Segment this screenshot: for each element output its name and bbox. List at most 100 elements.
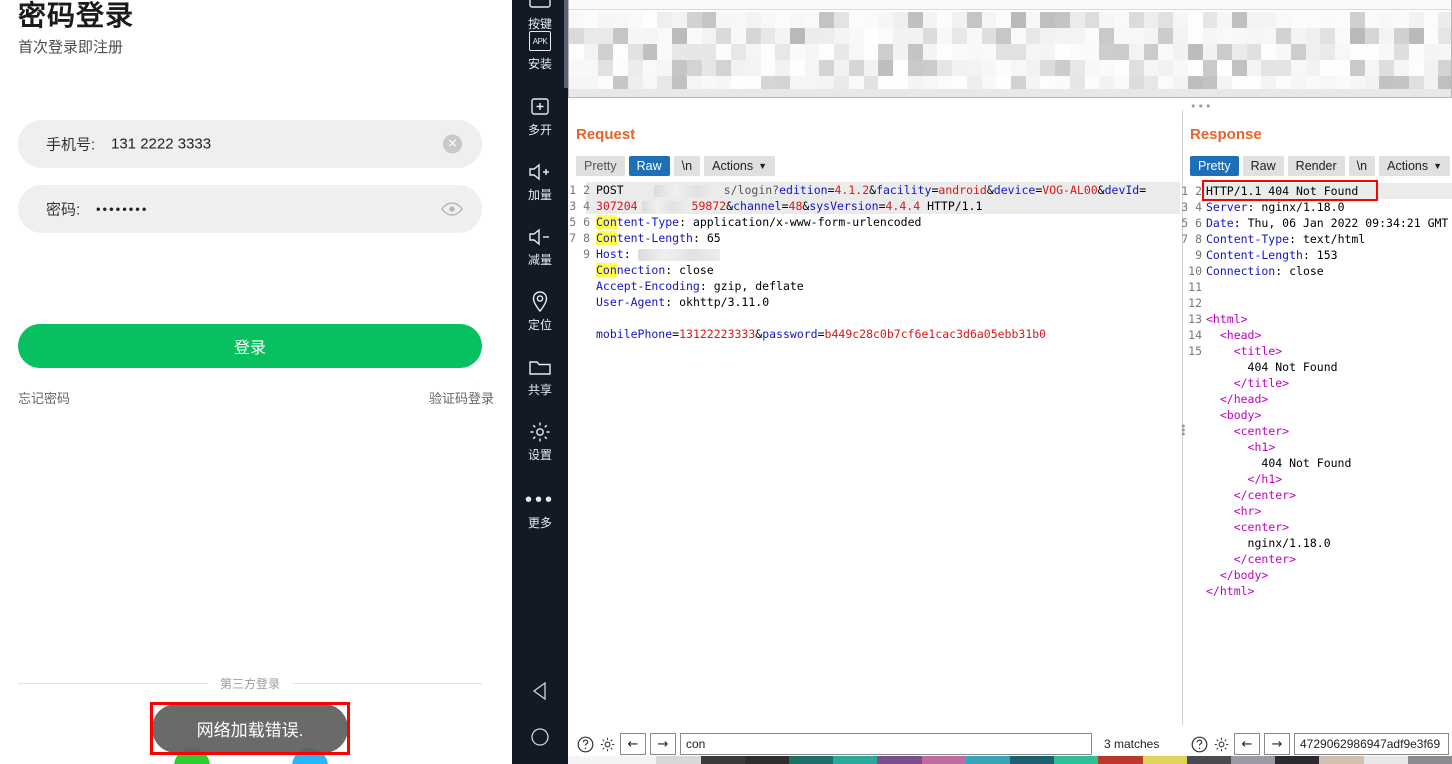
- taskbar-thumbnail-strip: [568, 756, 1452, 764]
- sidebar-item-multi-open[interactable]: 多开: [512, 94, 568, 138]
- tab-request-raw[interactable]: Raw: [628, 156, 670, 176]
- gear-icon[interactable]: [598, 735, 616, 753]
- tab-response-raw[interactable]: Raw: [1242, 156, 1284, 176]
- req-h-accept-encoding-key: Accept-Encoding: [596, 279, 700, 293]
- req-body-mobile-key: mobilePhone: [596, 327, 673, 341]
- request-actions-button[interactable]: Actions ▼: [704, 156, 776, 176]
- response-body-code[interactable]: <html> <head> <title> 404 Not Found </ti…: [1206, 295, 1351, 599]
- sidebar-item-label: 多开: [527, 123, 552, 137]
- response-actions-button[interactable]: Actions ▼: [1379, 156, 1451, 176]
- response-body-line: <center>: [1206, 520, 1289, 534]
- search-next-button[interactable]: →: [650, 733, 676, 755]
- sms-login-link[interactable]: 验证码登录: [429, 388, 494, 407]
- help-icon[interactable]: [1190, 735, 1208, 753]
- vertical-splitter-handle[interactable]: • • •: [1180, 421, 1187, 440]
- response-headers-code: Server: nginx/1.18.0 Date: Thu, 06 Jan 2…: [1206, 200, 1449, 278]
- tab-response-render[interactable]: Render: [1287, 156, 1345, 176]
- request-tabbar: Pretty Raw \n Actions ▼: [576, 156, 776, 176]
- req-path: s/login?: [723, 183, 780, 197]
- req-q-sysversion-key: sysVersion: [809, 199, 879, 213]
- emulator-sidebar: 按键 APK 安装 多开 加量 减量 定位 共享 设置 ••• 更多: [512, 0, 568, 764]
- html-tag: </h1>: [1247, 472, 1283, 486]
- password-field[interactable]: 密码: ••••••••: [18, 185, 482, 233]
- sidebar-item-settings[interactable]: 设置: [512, 419, 568, 463]
- html-tag: </body>: [1219, 568, 1269, 582]
- sidebar-item-label: 更多: [527, 516, 552, 530]
- search-next-button[interactable]: →: [1264, 733, 1290, 755]
- search-previous-button[interactable]: ←: [620, 733, 646, 755]
- request-body-code[interactable]: POST s/login?edition=4.1.2&facility=andro…: [596, 182, 1146, 342]
- req-q-devid-val-post: 59872: [691, 199, 727, 213]
- req-q-devid-val-pre: 307204: [596, 199, 638, 213]
- response-body-line: </center>: [1206, 488, 1296, 502]
- sidebar-item-volume-down[interactable]: 减量: [512, 224, 568, 268]
- proxy-tool-panel: ••• • • • Request Pretty Raw \n Actions ▼ …: [568, 0, 1452, 764]
- chevron-down-icon: ▼: [1433, 161, 1443, 171]
- home-button[interactable]: [512, 720, 568, 754]
- request-actions-label: Actions: [712, 159, 754, 173]
- phone-field-label: 手机号:: [46, 136, 96, 154]
- html-tag: <h1>: [1247, 440, 1276, 454]
- ellipsis-icon: •••: [524, 489, 555, 511]
- req-h-content-length-key-hl: Con: [596, 231, 617, 245]
- sidebar-item-volume-up[interactable]: 加量: [512, 159, 568, 203]
- html-text: nginx/1.18.0: [1247, 536, 1331, 550]
- page-subtitle: 首次登录即注册: [18, 39, 124, 56]
- eye-icon[interactable]: [440, 197, 464, 221]
- tab-response-newline[interactable]: \n: [1348, 156, 1376, 176]
- volume-down-icon: [527, 224, 553, 250]
- search-previous-button[interactable]: ←: [1234, 733, 1260, 755]
- response-search-input[interactable]: [1294, 733, 1449, 755]
- sidebar-item-more[interactable]: ••• 更多: [512, 487, 568, 531]
- phone-number-field[interactable]: 手机号: 131 2222 3333 ✕: [18, 120, 482, 168]
- response-body-line: </center>: [1206, 552, 1296, 566]
- req-h-accept-encoding-val: gzip, deflate: [713, 279, 804, 293]
- sidebar-item-label: 加量: [527, 188, 552, 202]
- response-body-line: </head>: [1206, 392, 1268, 406]
- response-tabbar: Pretty Raw Render \n Actions ▼: [1190, 156, 1451, 176]
- req-h-user-agent-key: User-Agent: [596, 295, 666, 309]
- password-field-value: ••••••••: [96, 201, 149, 217]
- login-button[interactable]: 登录: [18, 324, 482, 368]
- html-tag: </center>: [1233, 552, 1297, 566]
- sidebar-item-share[interactable]: 共享: [512, 354, 568, 398]
- req-h-connection-key-hl: Con: [596, 263, 617, 277]
- tab-request-newline[interactable]: \n: [673, 156, 701, 176]
- req-h-connection-key: nection: [616, 263, 666, 277]
- req-h-host-key: Host: [596, 247, 624, 261]
- gear-icon[interactable]: [1212, 735, 1230, 753]
- response-body-line: <hr>: [1206, 504, 1262, 518]
- close-circle-icon[interactable]: ✕: [443, 134, 462, 154]
- multi-instance-icon: [528, 94, 552, 120]
- back-button[interactable]: [512, 674, 568, 708]
- sidebar-item-location[interactable]: 定位: [512, 289, 568, 333]
- req-q-channel-key: channel: [733, 199, 782, 213]
- html-tag: </title>: [1233, 376, 1290, 390]
- req-h-connection-val: close: [679, 263, 714, 277]
- html-text: 404 Not Found: [1261, 456, 1352, 470]
- sidebar-item-install[interactable]: APK 安装: [512, 28, 568, 72]
- request-pane-title: Request: [576, 126, 636, 143]
- proxy-history-table[interactable]: [568, 0, 1452, 98]
- req-q-facility-key: facility: [876, 183, 932, 197]
- help-icon[interactable]: [576, 735, 594, 753]
- tab-request-pretty[interactable]: Pretty: [576, 156, 625, 176]
- response-line-numbers: 1 2 3 4 5 6 7 8 9 10 11 12 13 14 15: [1181, 184, 1202, 358]
- response-search-toolbar: ← →: [1190, 733, 1449, 755]
- response-body-line: </h1>: [1206, 472, 1283, 486]
- response-body-line: </body>: [1206, 568, 1268, 582]
- location-pin-icon: [530, 289, 550, 315]
- horizontal-splitter-handle[interactable]: •••: [1190, 100, 1212, 113]
- request-search-input[interactable]: [680, 733, 1092, 755]
- sidebar-item-label: 共享: [527, 383, 552, 397]
- html-text: 404 Not Found: [1247, 360, 1338, 374]
- forgot-password-link[interactable]: 忘记密码: [18, 388, 70, 407]
- response-body-line: <html>: [1206, 312, 1248, 326]
- page-title: 密码登录: [18, 0, 135, 31]
- req-body-password-key: password: [762, 327, 818, 341]
- tab-response-pretty[interactable]: Pretty: [1190, 156, 1239, 176]
- response-body-line: <center>: [1206, 424, 1289, 438]
- request-line-numbers: 1 2 3 4 5 6 7 8 9: [569, 183, 590, 261]
- volume-up-icon: [527, 159, 553, 185]
- req-q-edition-key: edition: [779, 183, 828, 197]
